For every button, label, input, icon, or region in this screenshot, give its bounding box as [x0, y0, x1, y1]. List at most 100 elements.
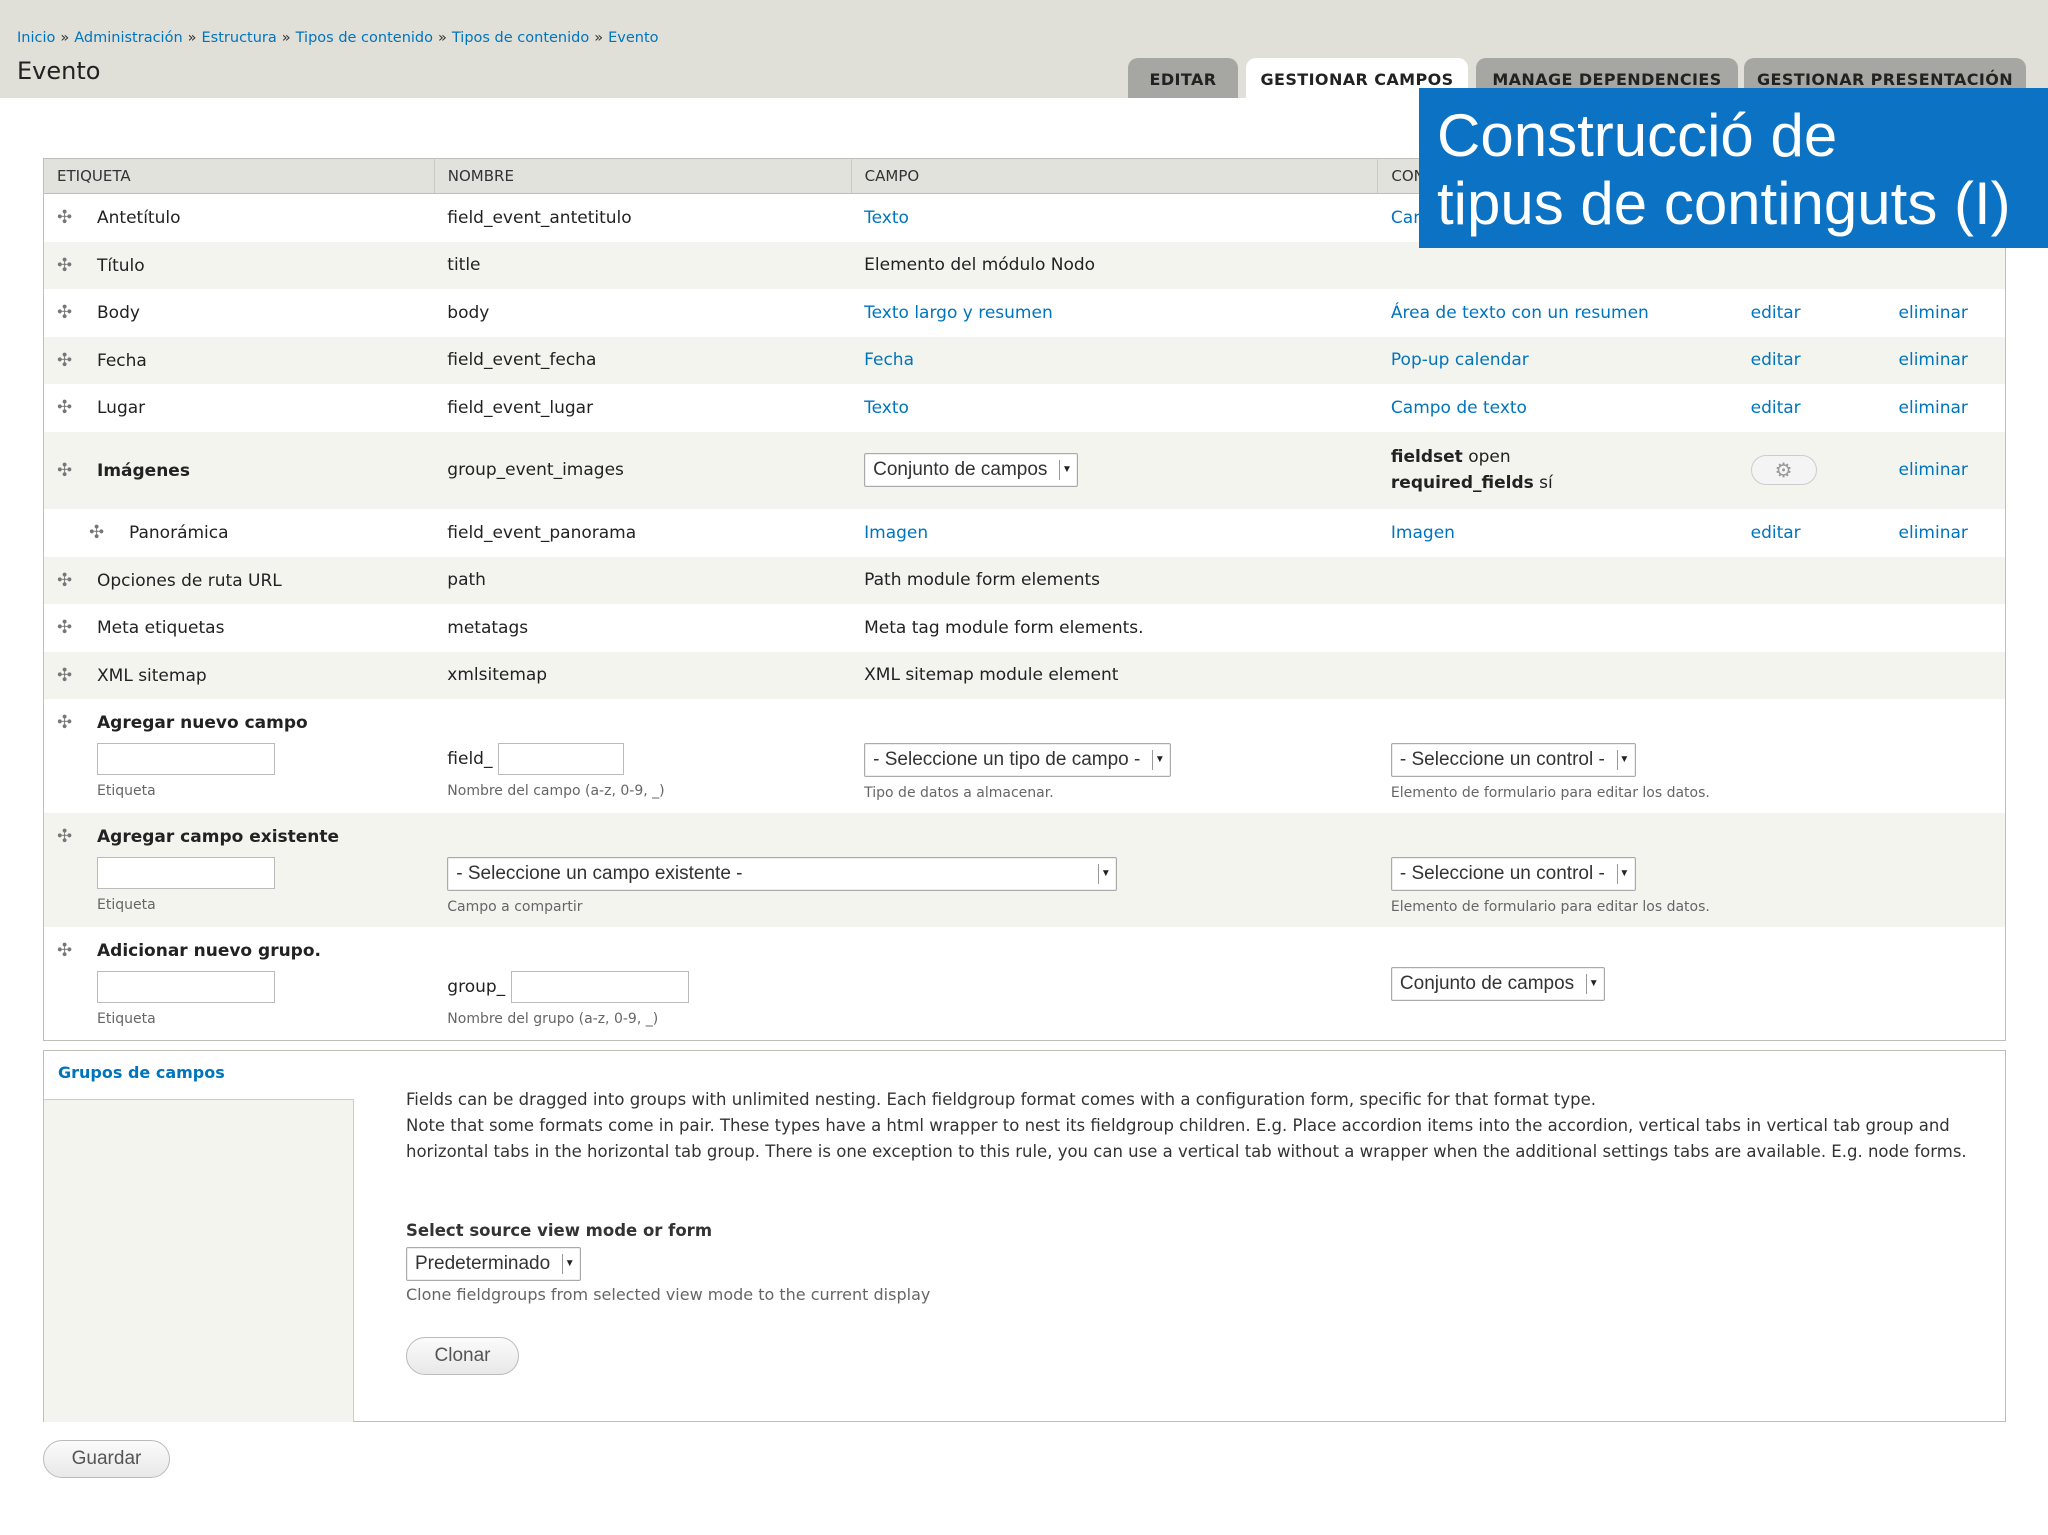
field-label: Lugar [97, 398, 146, 418]
delete-link[interactable]: eliminar [1899, 303, 1968, 323]
edit-link[interactable]: editar [1751, 523, 1801, 543]
new-group-name-input[interactable] [510, 970, 689, 1003]
field-label: Antetítulo [97, 208, 181, 229]
widget-link[interactable]: Pop-up calendar [1391, 350, 1529, 370]
setting-value: open [1468, 447, 1511, 467]
table-row: ✣ Opciones de ruta URL path Path module f… [43, 556, 2006, 604]
drag-handle-icon[interactable]: ✣ [57, 570, 75, 591]
field-type-link[interactable]: Texto [864, 398, 909, 418]
field-type-select[interactable]: - Seleccione un tipo de campo - ▼ [864, 742, 1172, 777]
existing-field-label-input[interactable] [97, 856, 275, 889]
breadcrumb-link-tipos-de-contenido-2[interactable]: Tipos de contenido [452, 30, 589, 46]
breadcrumb-separator: » [281, 30, 291, 46]
drag-handle-icon[interactable]: ✣ [57, 826, 75, 847]
existing-field-widget-select[interactable]: - Seleccione un control - ▼ [1390, 856, 1636, 891]
column-header-etiqueta: ETIQUETA [43, 158, 435, 194]
select-arrow-icon: ▼ [1059, 460, 1073, 480]
source-view-mode-value: Predeterminado [415, 1253, 551, 1274]
select-arrow-icon: ▼ [1616, 863, 1631, 884]
breadcrumb-separator: » [60, 30, 70, 46]
group-format-select[interactable]: Conjunto de campos ▼ [864, 453, 1079, 487]
add-new-field-header-row: ✣ Agregar nuevo campo [43, 698, 2006, 739]
add-new-group-header-row: ✣ Adicionar nuevo grupo. [43, 926, 2006, 967]
drag-handle-icon[interactable]: ✣ [57, 940, 75, 961]
breadcrumb: Inicio» Administración» Estructura» Tipos d… [17, 30, 659, 46]
drag-handle-icon[interactable]: ✣ [89, 522, 107, 543]
field-label: Opciones de ruta URL [97, 570, 282, 591]
source-view-mode-select[interactable]: Predeterminado ▼ [406, 1247, 582, 1281]
field-groups-title[interactable]: Grupos de campos [58, 1063, 225, 1082]
field-machine-name: body [434, 288, 852, 337]
table-row: ✣ Meta etiquetas metatags Meta tag module… [43, 603, 2006, 652]
widget-link[interactable]: Área de texto con un resumen [1391, 303, 1649, 323]
breadcrumb-link-estructura[interactable]: Estructura [202, 30, 277, 46]
column-header-campo: CAMPO [851, 158, 1379, 194]
source-view-mode-select-box[interactable]: Predeterminado ▼ [406, 1247, 582, 1281]
row-label-cell: ✣ Antetítulo [43, 193, 435, 242]
field-machine-name: xmlsitemap [434, 651, 852, 699]
group-name-prefix: group_ [447, 976, 506, 997]
drag-handle-icon[interactable]: ✣ [57, 397, 75, 418]
field-type-link[interactable]: Imagen [864, 523, 928, 543]
drag-handle-icon[interactable]: ✣ [57, 350, 75, 371]
edit-link[interactable]: editar [1751, 398, 1801, 418]
add-existing-field-header-row: ✣ Agregar campo existente [43, 812, 2006, 853]
add-existing-field-title: Agregar campo existente [97, 826, 340, 847]
breadcrumb-link-evento[interactable]: Evento [608, 30, 658, 46]
existing-field-select[interactable]: - Seleccione un campo existente - ▼ [447, 856, 1118, 891]
drag-handle-icon[interactable]: ✣ [57, 302, 75, 323]
widget-link[interactable]: Imagen [1391, 523, 1455, 543]
delete-link[interactable]: eliminar [1899, 398, 1968, 418]
new-group-format-select[interactable]: Conjunto de campos ▼ [1390, 966, 1606, 1001]
select-arrow-icon: ▼ [1152, 749, 1166, 770]
field-label: Meta etiquetas [97, 618, 225, 638]
field-type-link[interactable]: Texto [864, 208, 909, 228]
new-group-name-desc: Nombre del grupo (a-z, 0-9, _) [447, 1010, 659, 1027]
new-field-widget-select[interactable]: - Seleccione un control - ▼ [1390, 742, 1636, 777]
drag-handle-icon[interactable]: ✣ [57, 255, 75, 276]
new-field-name-input[interactable] [497, 742, 624, 775]
tab-editar[interactable]: EDITAR [1128, 58, 1238, 98]
edit-link[interactable]: editar [1751, 303, 1801, 323]
field-name-prefix: field_ [447, 748, 493, 769]
setting-key: fieldset [1390, 447, 1463, 467]
breadcrumb-separator: » [438, 30, 447, 46]
delete-link[interactable]: eliminar [1899, 460, 1968, 480]
drag-handle-icon[interactable]: ✣ [57, 207, 75, 228]
group-setting-required-fields: required_fields sí [1391, 470, 1738, 496]
field-type-link[interactable]: Texto largo y resumen [864, 303, 1053, 323]
clone-button[interactable]: Clonar [406, 1337, 519, 1375]
group-format-select-value: Conjunto de campos [873, 459, 1048, 480]
field-machine-name: field_event_lugar [434, 383, 852, 432]
breadcrumb-separator: » [594, 30, 604, 46]
save-button[interactable]: Guardar [43, 1440, 170, 1478]
field-type-desc: Tipo de datos a almacenar. [864, 784, 1054, 801]
drag-handle-icon[interactable]: ✣ [57, 665, 75, 686]
breadcrumb-separator: » [187, 30, 197, 46]
breadcrumb-link-inicio[interactable]: Inicio [17, 30, 55, 46]
existing-field-label-desc: Etiqueta [97, 896, 156, 913]
field-type-link[interactable]: Fecha [864, 350, 914, 370]
new-field-name-desc: Nombre del campo (a-z, 0-9, _) [447, 782, 665, 799]
widget-select-value: - Seleccione un control - [1399, 862, 1605, 884]
new-group-label-input[interactable] [97, 970, 275, 1003]
drag-handle-icon[interactable]: ✣ [57, 712, 75, 733]
delete-link[interactable]: eliminar [1899, 523, 1968, 543]
page-header: Inicio» Administración» Estructura» Tipos d… [0, 0, 2048, 98]
field-groups-paragraph-2: Note that some formats come in pair. The… [406, 1116, 1967, 1161]
gear-icon[interactable]: ⚙ [1750, 455, 1817, 485]
table-row: ✣ Título title Elemento del módulo Nodo [43, 241, 2006, 289]
field-machine-name: field_event_antetitulo [434, 193, 852, 242]
widget-desc: Elemento de formulario para editar los d… [1390, 898, 1710, 915]
breadcrumb-link-administracion[interactable]: Administración [74, 30, 182, 46]
breadcrumb-link-tipos-de-contenido[interactable]: Tipos de contenido [296, 30, 433, 46]
drag-handle-icon[interactable]: ✣ [57, 460, 75, 481]
delete-link[interactable]: eliminar [1899, 350, 1968, 370]
table-row: ✣ Imágenes group_event_images Conjunto de… [43, 431, 2006, 509]
drag-handle-icon[interactable]: ✣ [57, 617, 75, 638]
new-field-label-input[interactable] [97, 742, 275, 775]
banner-line-1: Construcció de [1437, 102, 1838, 169]
widget-link[interactable]: Campo de texto [1391, 398, 1527, 418]
field-label: Panorámica [129, 523, 229, 543]
edit-link[interactable]: editar [1751, 350, 1801, 370]
